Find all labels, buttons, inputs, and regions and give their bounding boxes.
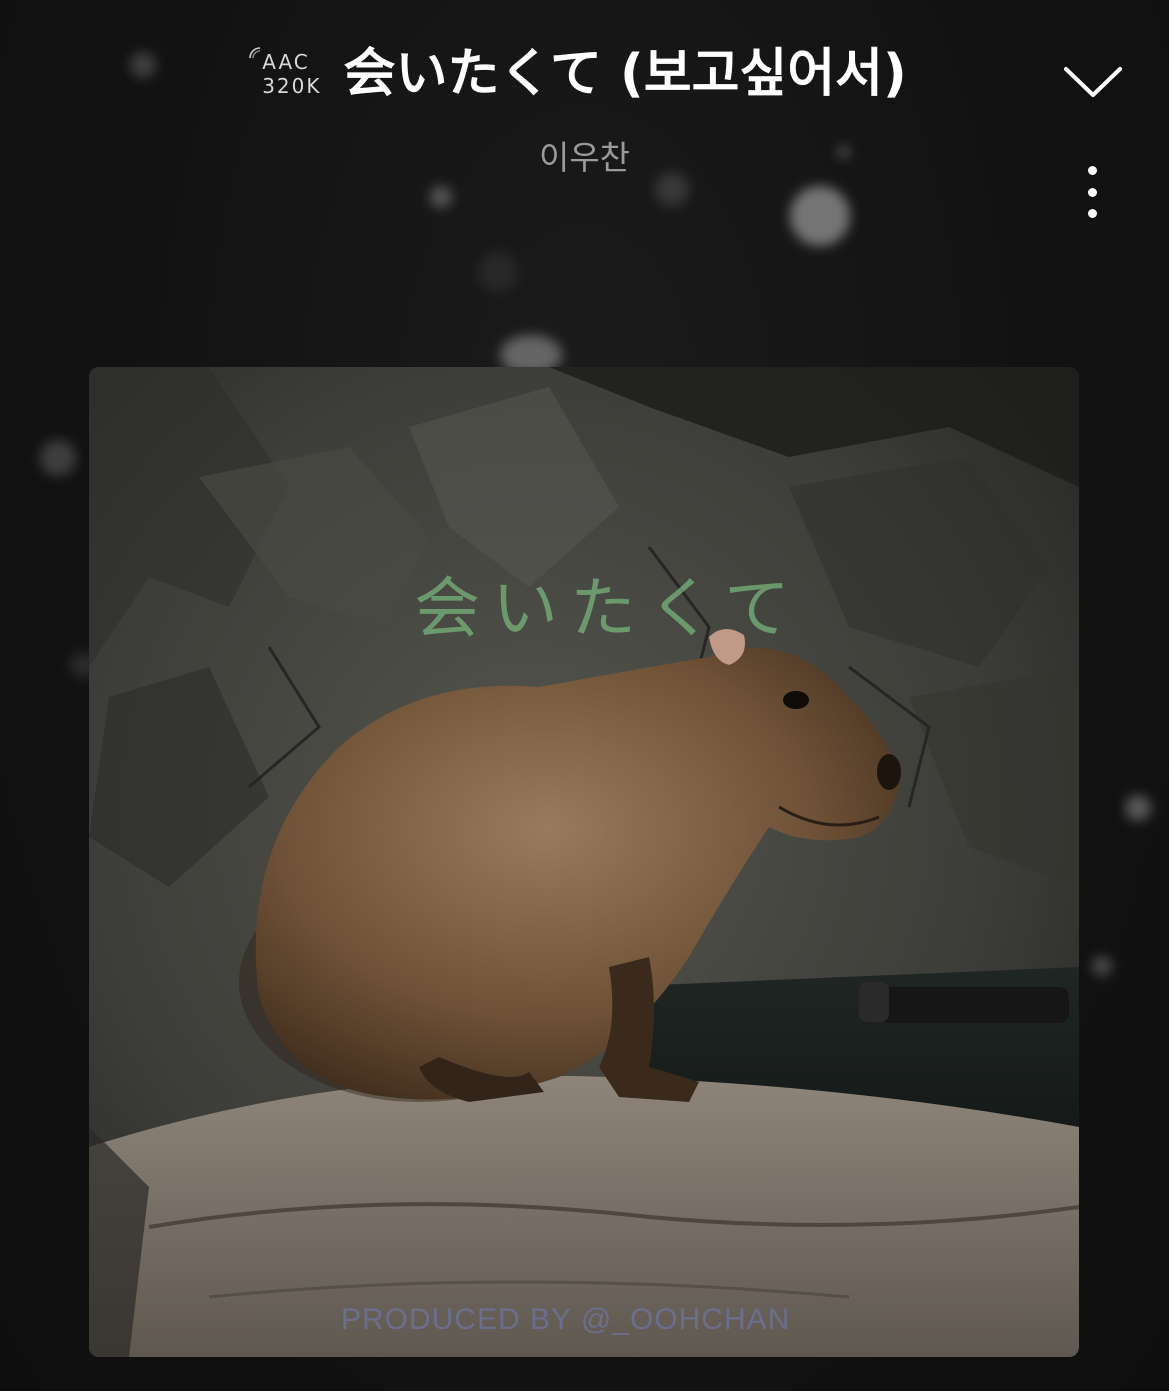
artist-name[interactable]: 이우찬 bbox=[0, 136, 1169, 180]
now-playing-screen: AAC 320K 会いたくて (보고싶어서) 이우찬 会いたくて PRODUCE… bbox=[0, 0, 1169, 1391]
album-art[interactable]: 会いたくて PRODUCED BY @_OOHCHAN bbox=[89, 367, 1079, 1357]
more-vertical-icon bbox=[1087, 166, 1097, 175]
more-options-button[interactable] bbox=[1070, 162, 1114, 222]
audio-quality-badge[interactable]: AAC 320K bbox=[249, 47, 322, 98]
audio-codec: AAC bbox=[262, 50, 310, 74]
album-art-credit: PRODUCED BY @_OOHCHAN bbox=[341, 1303, 791, 1336]
bokeh-particle bbox=[1092, 956, 1112, 976]
more-vertical-icon-dot bbox=[1087, 187, 1097, 197]
chevron-down-icon bbox=[1064, 67, 1122, 97]
title-row: AAC 320K 会いたくて (보고싶어서) bbox=[0, 42, 1169, 106]
collapse-button[interactable] bbox=[1058, 56, 1128, 106]
album-art-title: 会いたくて bbox=[414, 570, 803, 647]
signal-wave-icon bbox=[249, 47, 261, 59]
song-title: 会いたくて (보고싶어서) bbox=[343, 44, 907, 104]
more-vertical-icon-dot bbox=[1087, 209, 1097, 218]
audio-bitrate: 320K bbox=[262, 74, 322, 98]
player-header: AAC 320K 会いたくて (보고싶어서) 이우찬 bbox=[0, 0, 1169, 218]
album-art-image bbox=[89, 367, 1079, 1357]
bokeh-particle bbox=[40, 440, 76, 476]
bokeh-particle bbox=[1125, 795, 1151, 821]
bokeh-particle bbox=[478, 252, 518, 292]
